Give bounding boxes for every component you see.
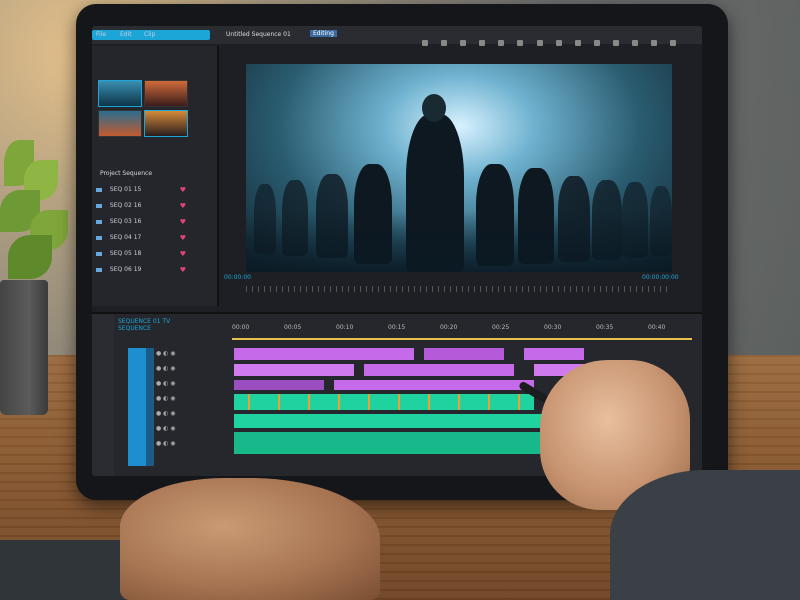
clip-icon <box>96 267 102 272</box>
track-targeting[interactable] <box>128 348 146 466</box>
project-panel: Project Sequence SEQ 01 15 ♥ SEQ 02 16 ♥… <box>92 46 219 306</box>
media-thumbnail[interactable] <box>98 110 142 137</box>
ruler-tick: 00:20 <box>440 324 458 331</box>
clip-icon <box>96 187 102 192</box>
right-sleeve <box>610 470 800 600</box>
video-clip[interactable] <box>334 380 534 390</box>
duration-timecode: 00:00:00:00 <box>642 274 679 281</box>
ruler-tick: 00:15 <box>388 324 406 331</box>
media-thumbnail[interactable] <box>98 80 142 107</box>
track-toggle-icon[interactable]: ● ◐ ◉ <box>156 440 196 450</box>
flag-icon: ♥ <box>179 202 186 210</box>
media-thumbnail[interactable] <box>144 80 188 107</box>
track-toggle-icon[interactable]: ● ◐ ◉ <box>156 395 196 405</box>
current-timecode[interactable]: 00:00:00 <box>224 274 251 281</box>
menu-clip[interactable]: Clip <box>144 31 155 38</box>
project-row[interactable]: SEQ 04 17 ♥ <box>96 234 206 244</box>
audio-clip[interactable] <box>234 394 534 410</box>
video-clip[interactable] <box>234 364 354 376</box>
clip-icon <box>96 251 102 256</box>
tools-panel <box>92 314 114 476</box>
audio-clip[interactable] <box>234 432 564 454</box>
ruler-tick: 00:00 <box>232 324 250 331</box>
video-clip[interactable] <box>524 348 584 360</box>
sequence-name-line1: SEQUENCE 01 TV <box>118 318 171 325</box>
audio-clip[interactable] <box>234 414 564 428</box>
project-row[interactable]: SEQ 02 16 ♥ <box>96 202 206 212</box>
left-hand <box>120 478 380 600</box>
workspace-tag[interactable]: Editing <box>310 30 337 37</box>
project-row-label: SEQ 06 19 <box>109 266 142 273</box>
project-row-label: SEQ 01 15 <box>109 186 142 193</box>
media-thumbnail[interactable] <box>144 110 188 137</box>
flag-icon: ♥ <box>179 266 186 274</box>
fog-overlay <box>246 212 672 272</box>
project-row[interactable]: SEQ 03 16 ♥ <box>96 218 206 228</box>
track-header-icons: ● ◐ ◉ ● ◐ ◉ ● ◐ ◉ ● ◐ ◉ ● ◐ ◉ ● ◐ ◉ ● ◐ … <box>156 350 196 455</box>
track-toggle-icon[interactable]: ● ◐ ◉ <box>156 380 196 390</box>
track-toggle-icon[interactable]: ● ◐ ◉ <box>156 410 196 420</box>
project-row[interactable]: SEQ 05 18 ♥ <box>96 250 206 260</box>
project-row[interactable]: SEQ 01 15 ♥ <box>96 186 206 196</box>
video-preview[interactable] <box>246 64 672 272</box>
time-ruler[interactable]: 00:00 00:05 00:10 00:15 00:20 00:25 00:3… <box>232 324 692 336</box>
top-bar: File Edit Clip Untitled Sequence 01 Edit… <box>92 26 702 65</box>
project-row-label: SEQ 02 16 <box>109 202 142 209</box>
project-row-label: SEQ 03 16 <box>109 218 142 225</box>
figure-head <box>422 94 446 122</box>
track-source-patch[interactable] <box>146 348 154 466</box>
video-clip[interactable] <box>234 348 414 360</box>
ruler-tick: 00:05 <box>284 324 302 331</box>
plant-pot <box>0 280 48 415</box>
flag-icon: ♥ <box>179 186 186 194</box>
window-title: Untitled Sequence 01 <box>226 31 291 38</box>
ruler-tick: 00:10 <box>336 324 354 331</box>
menu-file[interactable]: File <box>96 31 106 38</box>
scrub-bar[interactable] <box>246 286 672 292</box>
video-clip[interactable] <box>424 348 504 360</box>
clip-icon <box>96 203 102 208</box>
project-panel-title: Project Sequence <box>100 170 153 177</box>
track-toggle-icon[interactable]: ● ◐ ◉ <box>156 425 196 435</box>
project-row-label: SEQ 04 17 <box>109 234 142 241</box>
program-monitor: 00:00:00 00:00:00:00 — ◀▮ ■ ■ ▶ ▶▶ ▶▮ ✎ <box>224 46 702 331</box>
sequence-name-line2: SEQUENCE <box>118 325 151 332</box>
work-area-bar[interactable] <box>232 338 692 340</box>
sequence-name: SEQUENCE 01 TV SEQUENCE <box>118 318 170 332</box>
flag-icon: ♥ <box>179 250 186 258</box>
video-clip[interactable] <box>364 364 514 376</box>
clip-icon <box>96 235 102 240</box>
ruler-tick: 00:25 <box>492 324 510 331</box>
clip-icon <box>96 219 102 224</box>
video-clip[interactable] <box>234 380 324 390</box>
project-row[interactable]: SEQ 06 19 ♥ <box>96 266 206 276</box>
menu-edit[interactable]: Edit <box>120 31 132 38</box>
track-toggle-icon[interactable]: ● ◐ ◉ <box>156 350 196 360</box>
project-row-label: SEQ 05 18 <box>109 250 142 257</box>
ruler-tick: 00:35 <box>596 324 614 331</box>
ruler-tick: 00:30 <box>544 324 562 331</box>
plant-leaves <box>0 120 78 290</box>
flag-icon: ♥ <box>179 218 186 226</box>
ruler-tick: 00:40 <box>648 324 666 331</box>
track-toggle-icon[interactable]: ● ◐ ◉ <box>156 365 196 375</box>
flag-icon: ♥ <box>179 234 186 242</box>
